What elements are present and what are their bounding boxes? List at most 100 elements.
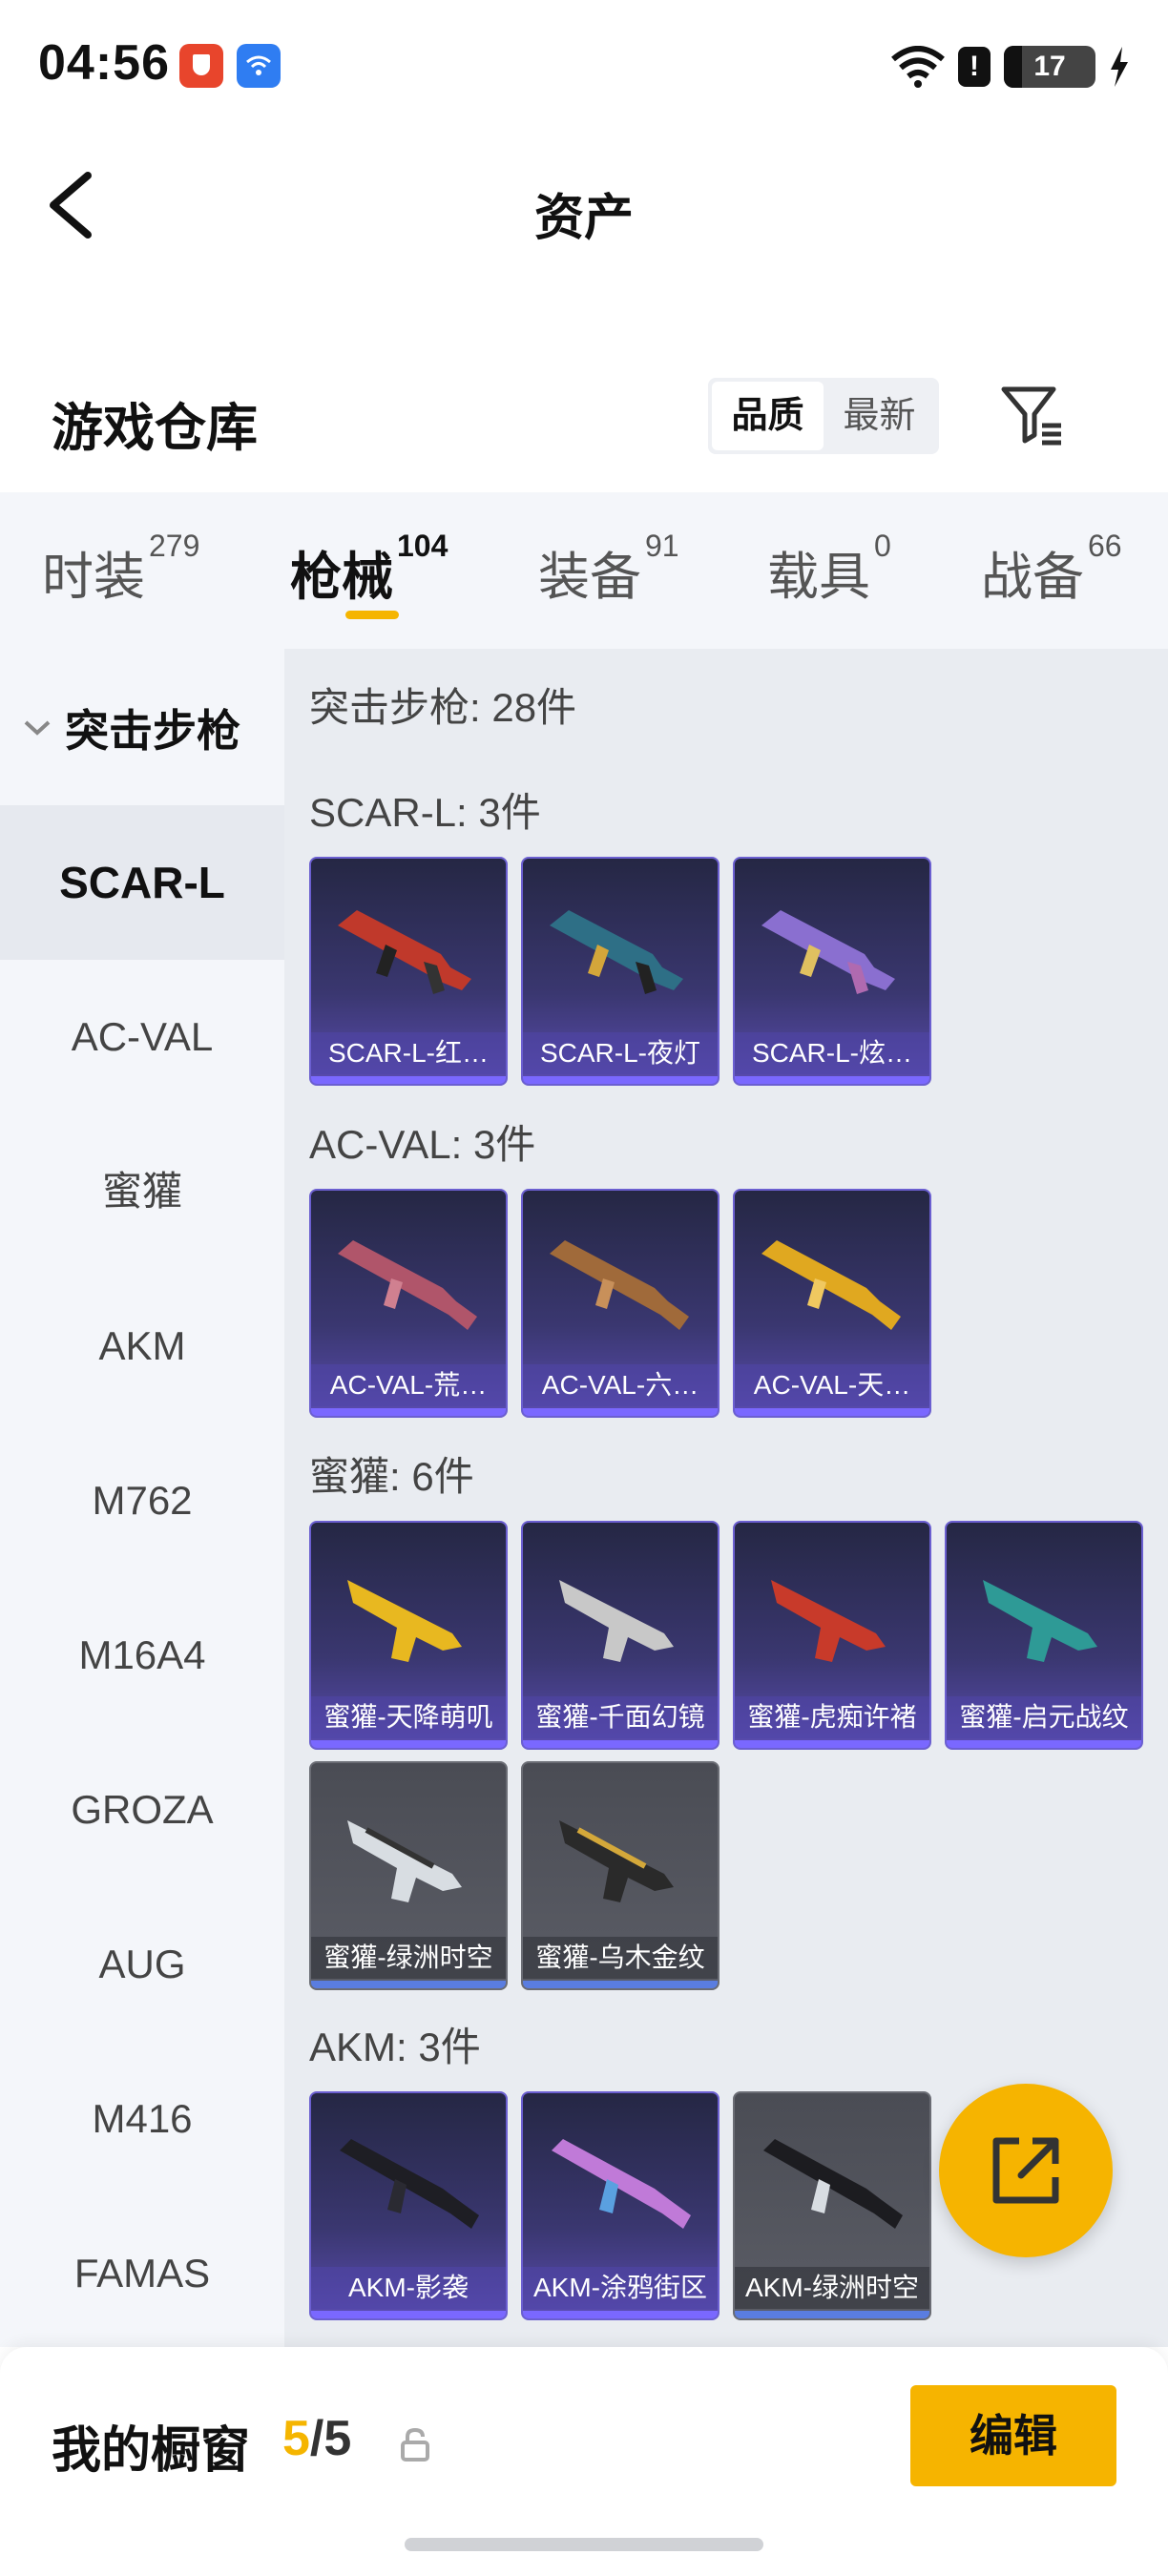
- showcase-count: 5/5: [282, 2410, 351, 2467]
- weapon-card[interactable]: AKM-涂鸦街区: [521, 2091, 720, 2320]
- smg-icon: [559, 1820, 674, 1902]
- tab-count: 66: [1088, 529, 1122, 563]
- warehouse-title: 游戏仓库: [52, 400, 258, 457]
- weapon-name: 蜜獾-千面幻镜: [523, 1696, 718, 1738]
- status-time: 04:56: [38, 35, 170, 91]
- weapon-card[interactable]: AC-VAL-六…: [521, 1189, 720, 1418]
- showcase-separator: /: [309, 2411, 324, 2466]
- share-icon: [992, 2137, 1059, 2204]
- tab-label: 装备: [538, 549, 641, 606]
- wifi-app-icon: [237, 44, 281, 88]
- rifle-icon: [763, 2139, 903, 2229]
- weapon-name: SCAR-L-夜灯: [523, 1032, 718, 1074]
- weapon-card[interactable]: 蜜獾-天降萌叽: [309, 1521, 508, 1750]
- home-indicator[interactable]: [405, 2538, 763, 2551]
- smg-icon: [347, 1820, 462, 1902]
- sort-option-quality[interactable]: 品质: [712, 382, 824, 450]
- alert-icon: !: [958, 47, 991, 87]
- rifle-icon: [550, 1240, 689, 1330]
- page-title: 资产: [533, 191, 634, 246]
- sidebar-item-m416[interactable]: M416: [0, 2042, 284, 2196]
- sidebar-item-ac-val[interactable]: AC-VAL: [0, 960, 284, 1114]
- weapon-name: 蜜獾-启元战纹: [947, 1696, 1141, 1738]
- sidebar-item-honey-badger[interactable]: 蜜獾: [0, 1114, 284, 1269]
- battery-icon: 17: [1004, 46, 1095, 88]
- rifle-icon: [761, 910, 895, 994]
- edit-button[interactable]: 编辑: [910, 2385, 1116, 2486]
- rifle-icon: [340, 2139, 479, 2229]
- smg-icon: [983, 1580, 1097, 1662]
- rifle-icon: [761, 1240, 901, 1330]
- battery-level: 17: [1033, 51, 1066, 82]
- wifi-signal-icon: [891, 46, 945, 88]
- weapon-card[interactable]: AC-VAL-天…: [733, 1189, 931, 1418]
- tab-label: 载具: [767, 549, 870, 606]
- weapon-name: 蜜獾-天降萌叽: [311, 1696, 506, 1738]
- tab-count: 104: [397, 529, 448, 563]
- weapon-card[interactable]: AC-VAL-荒…: [309, 1189, 508, 1418]
- weapon-name: AKM-影袭: [311, 2267, 506, 2309]
- weapon-card[interactable]: SCAR-L-夜灯: [521, 857, 720, 1086]
- group-title: SCAR-L: 3件: [309, 790, 541, 835]
- group-title: 蜜獾: 6件: [309, 1454, 474, 1499]
- weapon-name: AC-VAL-荒…: [311, 1364, 506, 1406]
- sidebar-item-scar-l[interactable]: SCAR-L: [0, 805, 284, 960]
- tab-equipment[interactable]: 装备91: [538, 529, 679, 610]
- security-app-icon: [179, 44, 223, 88]
- weapon-card[interactable]: 蜜獾-乌木金纹: [521, 1761, 720, 1990]
- category-total: 突击步枪: 28件: [309, 685, 577, 730]
- weapon-card[interactable]: AKM-绿洲时空: [733, 2091, 931, 2320]
- weapon-card[interactable]: 蜜獾-启元战纹: [945, 1521, 1143, 1750]
- showcase-label: 我的橱窗: [52, 2423, 251, 2479]
- filter-button[interactable]: [998, 382, 1065, 448]
- sort-toggle: 品质 最新: [708, 378, 939, 454]
- group-title: AKM: 3件: [309, 2025, 481, 2069]
- weapon-name: AC-VAL-六…: [523, 1364, 718, 1406]
- weapon-name: SCAR-L-红…: [311, 1032, 506, 1074]
- status-bar: 04:56 ! 17: [0, 0, 1168, 134]
- weapon-card[interactable]: AKM-影袭: [309, 2091, 508, 2320]
- weapon-card[interactable]: 蜜獾-虎痴许褚: [733, 1521, 931, 1750]
- tab-label: 时装: [42, 549, 145, 606]
- weapon-name: 蜜獾-绿洲时空: [311, 1937, 506, 1979]
- weapon-card[interactable]: 蜜獾-千面幻镜: [521, 1521, 720, 1750]
- rifle-icon: [338, 910, 471, 994]
- weapon-type-sidebar: 突击步枪 SCAR-L AC-VAL 蜜獾 AKM M762 M16A4 GRO…: [0, 649, 284, 2347]
- weapon-name: 蜜獾-虎痴许褚: [735, 1696, 929, 1738]
- sidebar-item-m762[interactable]: M762: [0, 1423, 284, 1578]
- sidebar-item-aug[interactable]: AUG: [0, 1887, 284, 2042]
- sidebar-item-akm[interactable]: AKM: [0, 1269, 284, 1423]
- sidebar-item-famas[interactable]: FAMAS: [0, 2196, 284, 2351]
- showcase-current: 5: [282, 2411, 310, 2466]
- weapon-name: SCAR-L-炫…: [735, 1032, 929, 1074]
- weapon-card[interactable]: SCAR-L-红…: [309, 857, 508, 1086]
- lock-icon: [401, 2427, 429, 2462]
- weapon-name: AKM-涂鸦街区: [523, 2267, 718, 2309]
- sidebar-item-m16a4[interactable]: M16A4: [0, 1578, 284, 1733]
- sidebar-item-groza[interactable]: GROZA: [0, 1733, 284, 1887]
- tab-supplies[interactable]: 战备66: [981, 529, 1122, 610]
- tab-count: 0: [874, 529, 891, 563]
- sidebar-group-header[interactable]: 突击步枪: [23, 696, 240, 759]
- tab-count: 91: [645, 529, 679, 563]
- tab-label: 战备: [981, 549, 1084, 606]
- tab-label: 枪械: [290, 549, 393, 606]
- smg-icon: [347, 1580, 462, 1662]
- tab-vehicles[interactable]: 载具0: [767, 529, 891, 610]
- sidebar-group-label: 突击步枪: [65, 706, 240, 756]
- showcase-max: 5: [323, 2411, 352, 2466]
- rifle-icon: [338, 1240, 477, 1330]
- group-title: AC-VAL: 3件: [309, 1122, 536, 1167]
- weapon-name: AC-VAL-天…: [735, 1364, 929, 1406]
- tab-count: 279: [149, 529, 200, 563]
- rifle-icon: [550, 910, 683, 994]
- share-button[interactable]: [939, 2084, 1113, 2257]
- smg-icon: [771, 1580, 886, 1662]
- chevron-down-icon: [24, 720, 51, 736]
- tab-fashion[interactable]: 时装279: [42, 529, 199, 610]
- weapon-card[interactable]: SCAR-L-炫…: [733, 857, 931, 1086]
- filter-icon: [1001, 386, 1061, 446]
- weapon-card[interactable]: 蜜獾-绿洲时空: [309, 1761, 508, 1990]
- sort-option-newest[interactable]: 最新: [824, 382, 935, 450]
- tab-firearms[interactable]: 枪械104: [290, 529, 448, 610]
